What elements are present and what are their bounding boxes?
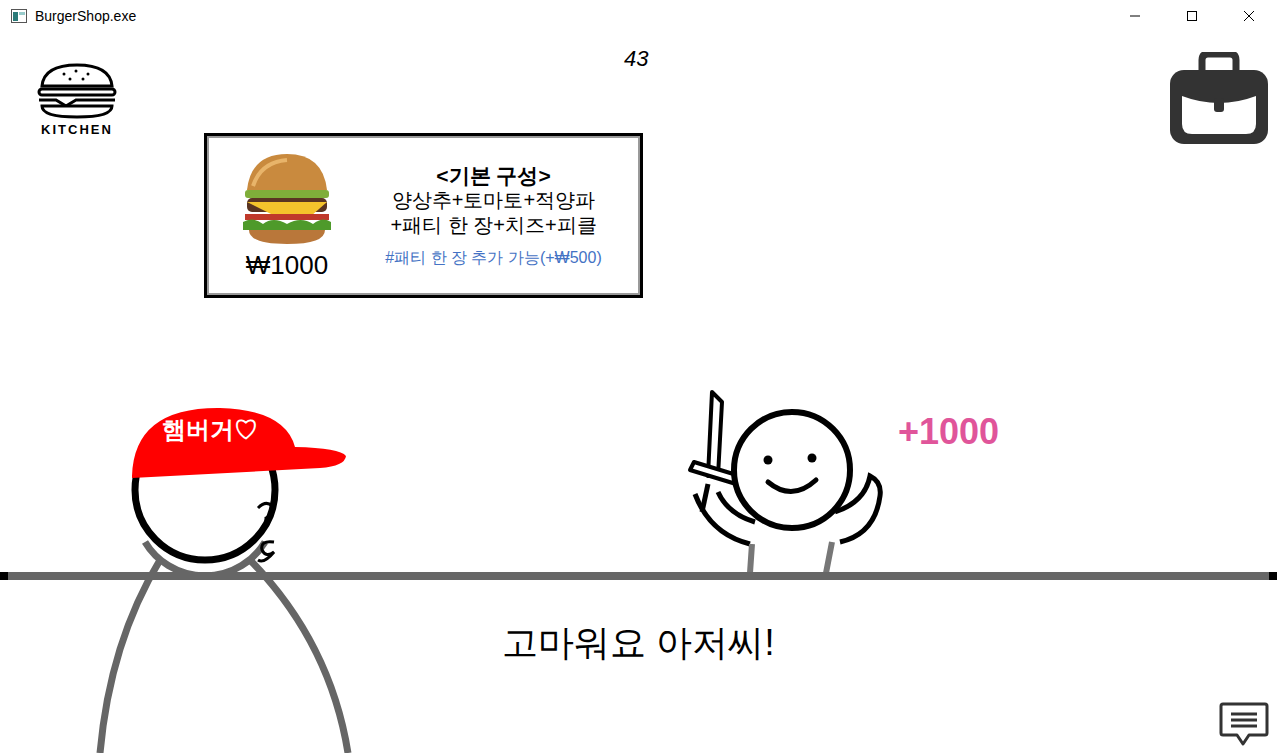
- cap-text: 햄버거♡: [162, 416, 258, 445]
- menu-card: ₩1000 <기본 구성>양상추+토마토+적양파+패티 한 장+치즈+피클 #패티 …: [204, 133, 643, 298]
- title-bar: BurgerShop.exe: [0, 0, 1277, 32]
- minimize-icon: [1129, 10, 1141, 22]
- maximize-button[interactable]: [1163, 0, 1220, 32]
- burger-icon: [36, 62, 118, 120]
- minimize-button[interactable]: [1106, 0, 1163, 32]
- burger-photo: [241, 150, 333, 248]
- counter: [0, 572, 1277, 580]
- dialogue-text: 고마워요 아저씨!: [502, 620, 774, 665]
- earned-amount: +1000: [898, 410, 999, 453]
- menu-option: #패티 한 장 추가 가능(+₩500): [385, 248, 601, 269]
- game-area: 43 KITCHEN ₩1000 <기본 구성>양상추+토마토+적양파+패티 한 장+…: [0, 32, 1277, 753]
- price: ₩1000: [246, 250, 328, 281]
- kitchen-button[interactable]: KITCHEN: [36, 62, 118, 138]
- customer-character-icon: [650, 384, 900, 573]
- timer: 43: [624, 46, 648, 72]
- chat-icon[interactable]: [1219, 701, 1269, 747]
- close-button[interactable]: [1220, 0, 1277, 32]
- close-icon: [1243, 10, 1255, 22]
- briefcase-icon[interactable]: [1168, 52, 1270, 146]
- kitchen-label: KITCHEN: [41, 122, 113, 138]
- window-title: BurgerShop.exe: [35, 6, 136, 27]
- ingredient-line: +패티 한 장+치즈+피클: [390, 213, 596, 238]
- app-window: BurgerShop.exe 43 KITCHEN ₩1000 <기본 구성>양상추+토…: [0, 0, 1277, 753]
- maximize-icon: [1186, 10, 1198, 22]
- dialogue-row: 고마워요 아저씨!: [380, 620, 897, 665]
- menu-heading: <기본 구성>: [436, 163, 550, 188]
- app-icon: [11, 9, 27, 23]
- ingredient-line: 양상추+토마토+적양파: [392, 188, 595, 213]
